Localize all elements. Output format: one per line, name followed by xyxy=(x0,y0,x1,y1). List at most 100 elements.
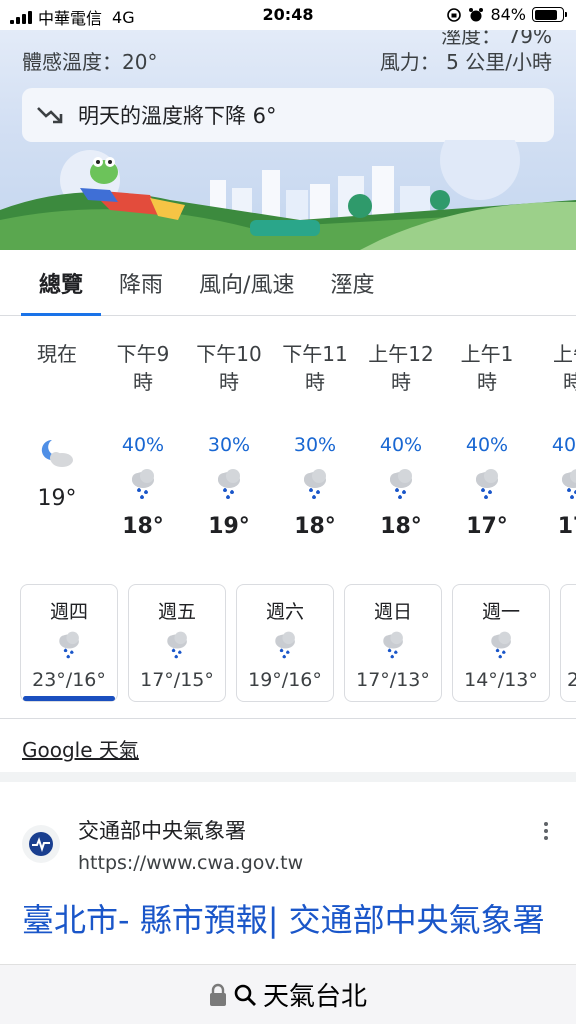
hour-time: 上午12 時 xyxy=(358,340,444,404)
hour-label-suffix: 時 xyxy=(563,370,576,394)
hour-label: 下午9 xyxy=(116,342,170,366)
hour-temp: 18° xyxy=(122,514,164,539)
hourly-item: 上午時 40% 17 xyxy=(530,340,576,539)
cwa-logo-icon xyxy=(29,832,53,856)
more-options-icon[interactable] xyxy=(536,818,556,844)
hour-label-suffix: 時 xyxy=(133,370,153,394)
address-bar[interactable]: 天氣台北 xyxy=(0,964,576,1024)
hourly-item: 上午12 時 40% 18° xyxy=(358,340,444,539)
battery-icon xyxy=(532,7,567,22)
rain-icon xyxy=(162,629,194,661)
hourly-item: 下午10 時 30% 19° xyxy=(186,340,272,539)
orientation-lock-icon xyxy=(447,7,462,22)
day-temp-range: 14°/13° xyxy=(464,669,538,691)
weather-tabs: 總覽 降雨 風向/風速 溼度 xyxy=(0,250,576,316)
precip-chance: 30% xyxy=(207,434,251,456)
hour-label: 下午11 xyxy=(282,342,348,366)
day-name: 週四 xyxy=(49,601,88,623)
forecast-banner: 明天的溫度將下降 6° xyxy=(22,88,554,142)
day-temp-range: 23°/16° xyxy=(32,669,106,691)
status-right: 84% xyxy=(446,5,567,24)
hour-time: 下午10 時 xyxy=(186,340,272,404)
battery-percent: 84% xyxy=(490,5,526,24)
hour-temp: 17 xyxy=(557,514,576,539)
tab-3[interactable]: 溼度 xyxy=(312,250,392,316)
day-card[interactable]: 週四 23°/16° xyxy=(20,584,118,702)
hour-label-suffix: 時 xyxy=(305,370,325,394)
google-weather-link[interactable]: Google 天氣 xyxy=(22,734,139,763)
rain-icon xyxy=(212,466,248,502)
hour-temp: 18° xyxy=(380,514,422,539)
day-temp-range: 17°/13° xyxy=(356,669,430,691)
hour-time: 下午9 時 xyxy=(100,340,186,404)
hour-temp: 19° xyxy=(37,486,77,511)
day-card[interactable]: 週日 17°/13° xyxy=(344,584,442,702)
hour-label: 上午 xyxy=(553,342,576,366)
tab-2[interactable]: 風向/風速 xyxy=(181,250,312,316)
selected-day-indicator xyxy=(23,696,115,701)
lock-icon xyxy=(209,983,226,1006)
search-query: 天氣台北 xyxy=(262,982,367,1012)
rain-icon xyxy=(126,466,162,502)
result-site-name[interactable]: 交通部中央氣象署 xyxy=(78,815,246,845)
day-temp-range: 17°/15° xyxy=(140,669,214,691)
night-cloudy-icon xyxy=(40,436,76,472)
hour-label: 現在 xyxy=(37,342,77,366)
day-name: 週一 xyxy=(481,601,520,623)
rain-icon xyxy=(486,629,518,661)
day-temp-range: 19°/16° xyxy=(248,669,322,691)
section-separator xyxy=(0,772,576,782)
hourly-forecast[interactable]: 現在 19° 下午9 時 40% 18° 下午10 時 30% 19° 下午11 時 30% 18° 上午1… xyxy=(0,340,576,560)
hour-label-suffix: 時 xyxy=(477,370,497,394)
hour-label: 上午12 xyxy=(368,342,434,366)
result-url[interactable]: https://www.cwa.gov.tw xyxy=(78,852,303,874)
hourly-item: 現在 19° xyxy=(14,340,100,511)
hour-temp: 17° xyxy=(466,514,508,539)
status-bar: 中華電信 4G 20:48 84% xyxy=(0,0,576,30)
day-card[interactable]: 週五 17°/15° xyxy=(128,584,226,702)
day-name: 週五 xyxy=(157,601,196,623)
rain-icon xyxy=(378,629,410,661)
weather-hero: 溼度： 79% 體感溫度：20° 風力： 5 公里/小時 明天的溫度將下降 6° xyxy=(0,30,576,250)
hour-label: 下午10 xyxy=(196,342,262,366)
wind-speed: 風力： 5 公里/小時 xyxy=(379,50,552,74)
divider xyxy=(0,718,576,719)
precip-chance: 30% xyxy=(293,434,337,456)
tab-0[interactable]: 總覽 xyxy=(21,250,102,316)
precip-chance: 40% xyxy=(465,434,509,456)
precip-chance: 40% xyxy=(379,434,423,456)
rain-icon xyxy=(298,466,334,502)
feels-like: 體感溫度：20° xyxy=(22,50,158,74)
day-card[interactable]: 週一 14°/13° xyxy=(452,584,550,702)
alarm-icon xyxy=(469,7,484,21)
hourly-item: 下午11 時 30% 18° xyxy=(272,340,358,539)
hour-temp: 19° xyxy=(208,514,250,539)
hour-time: 下午11 時 xyxy=(272,340,358,404)
rain-icon xyxy=(54,629,86,661)
day-temp-range: 2 xyxy=(567,669,576,691)
precip-chance: 40% xyxy=(551,434,576,456)
hour-time: 現在 xyxy=(14,340,100,404)
hour-time: 上午1 時 xyxy=(444,340,530,404)
hourly-item: 下午9 時 40% 18° xyxy=(100,340,186,539)
tab-1[interactable]: 降雨 xyxy=(101,250,181,316)
daily-forecast[interactable]: 週四 23°/16° 週五 17°/15° 週六 19°/16° 週日 17°/13° 週一 14… xyxy=(20,584,576,704)
rain-icon xyxy=(470,466,506,502)
weather-illustration xyxy=(0,140,576,250)
forecast-message: 明天的溫度將下降 6° xyxy=(78,104,277,128)
result-title-link[interactable]: 臺北市- 縣市預報| 交通部中央氣象署 xyxy=(22,898,562,968)
precip-chance: 40% xyxy=(121,434,165,456)
day-card[interactable]: 週六 19°/16° xyxy=(236,584,334,702)
hour-label: 上午1 xyxy=(460,342,514,366)
hour-label-suffix: 時 xyxy=(391,370,411,394)
hour-temp: 18° xyxy=(294,514,336,539)
day-card[interactable]: 2 xyxy=(560,584,576,702)
day-name: 週日 xyxy=(373,601,412,623)
hour-label-suffix: 時 xyxy=(219,370,239,394)
rain-icon xyxy=(556,466,576,502)
hourly-item: 上午1 時 40% 17° xyxy=(444,340,530,539)
trending-down-icon xyxy=(37,107,63,124)
rain-icon xyxy=(270,629,302,661)
site-favicon[interactable] xyxy=(22,825,60,863)
rain-icon xyxy=(384,466,420,502)
